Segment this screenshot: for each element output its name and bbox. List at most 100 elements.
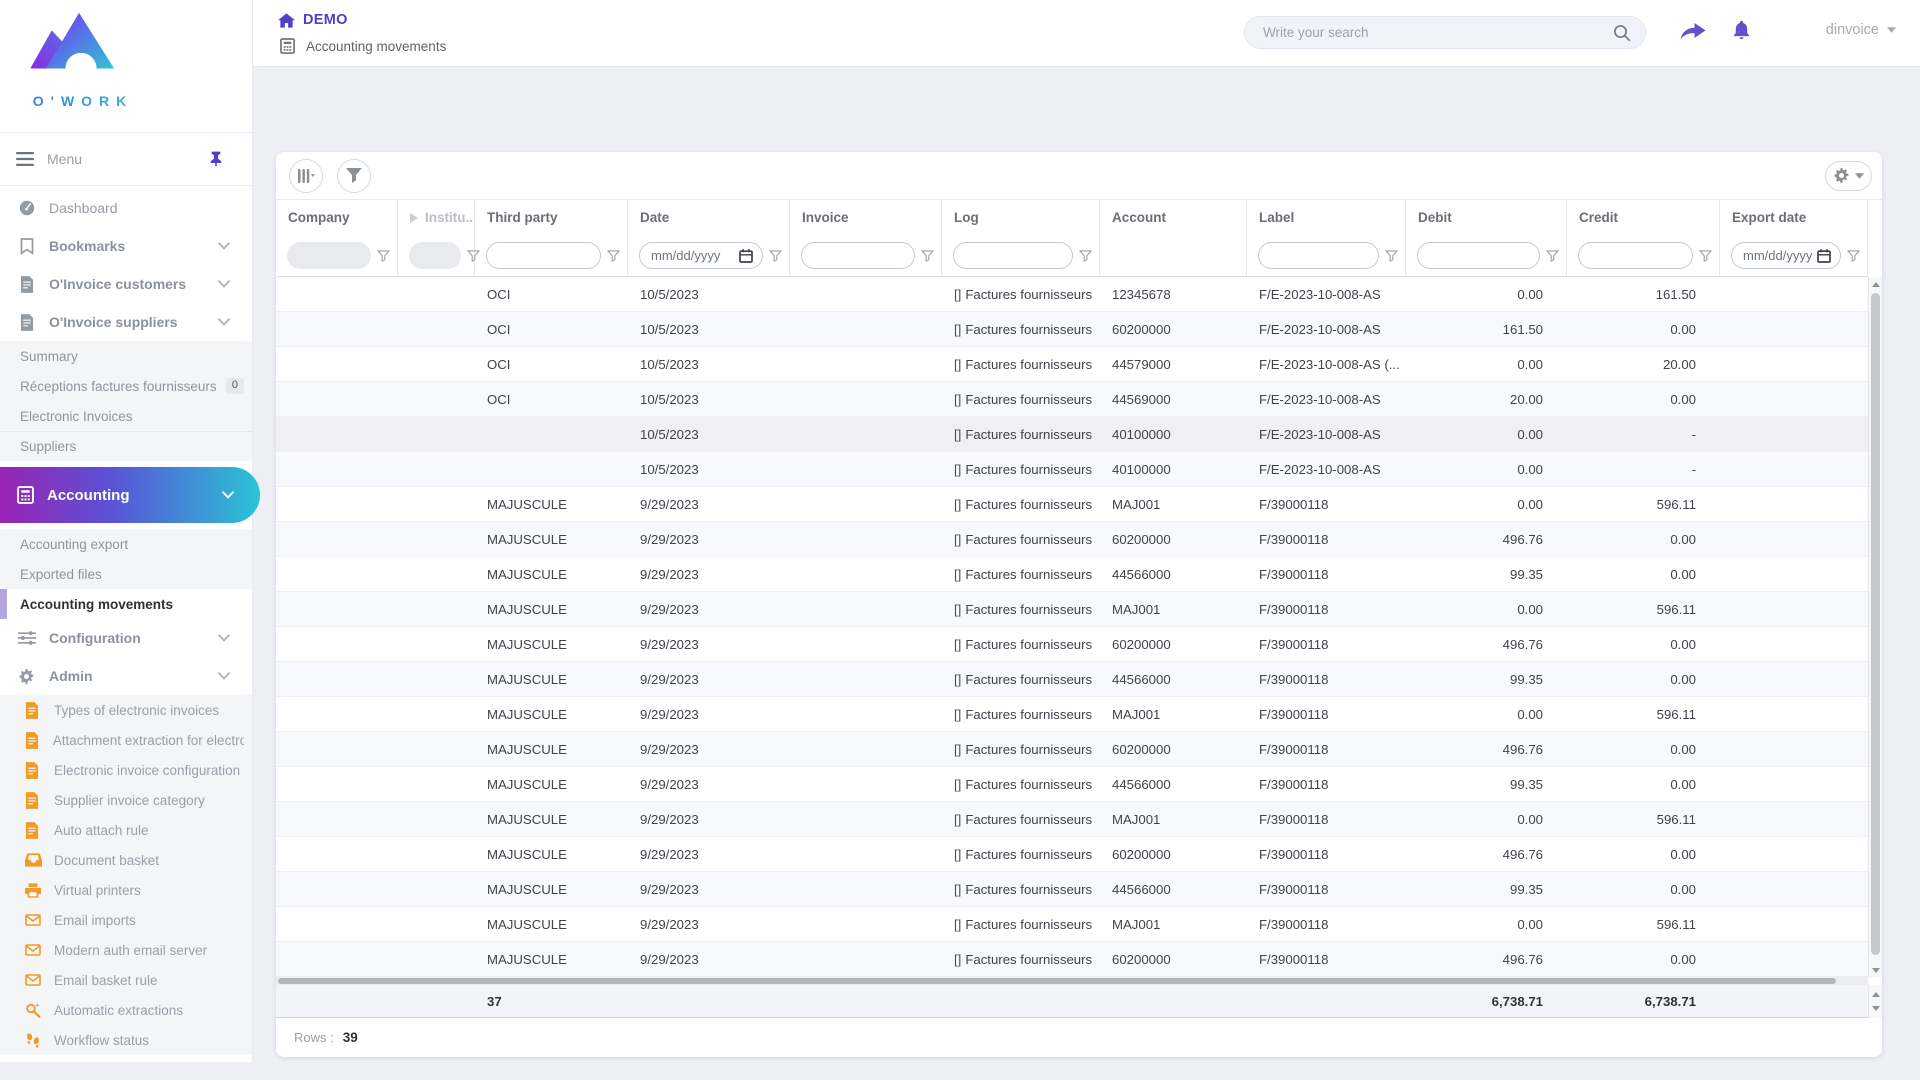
sidebar-item-document-basket[interactable]: Document basket xyxy=(0,845,252,875)
filter-funnel-icon[interactable] xyxy=(607,249,620,262)
search-input[interactable] xyxy=(1245,17,1645,48)
column-header-export-date[interactable]: Export date xyxy=(1720,200,1868,235)
pin-sidebar-icon[interactable] xyxy=(209,151,223,167)
notifications-bell-icon[interactable] xyxy=(1732,19,1751,40)
sidebar-item-summary[interactable]: Summary xyxy=(0,341,252,371)
filter-input-credit[interactable] xyxy=(1578,242,1693,269)
sidebar-item-email-basket-rule[interactable]: Email basket rule xyxy=(0,965,252,995)
sidebar-item-workflow-status[interactable]: Workflow status xyxy=(0,1025,252,1055)
sidebar-item-accounting[interactable]: Accounting xyxy=(0,467,260,523)
vertical-scrollbar[interactable] xyxy=(1868,277,1882,977)
breadcrumb-home[interactable]: DEMO xyxy=(303,12,348,28)
sidebar-item-o-invoice-customers[interactable]: O'Invoice customers xyxy=(0,265,252,303)
sidebar-item-dashboard[interactable]: Dashboard xyxy=(0,189,252,227)
filter-funnel-icon[interactable] xyxy=(1699,249,1712,262)
table-row[interactable]: 10/5/2023 [] Factures fournisseurs 40100000… xyxy=(276,417,1868,452)
sidebar-item-virtual-printers[interactable]: Virtual printers xyxy=(0,875,252,905)
horizontal-scrollbar[interactable] xyxy=(276,977,1868,985)
search-icon[interactable] xyxy=(1613,24,1631,42)
sidebar-item-configuration[interactable]: Configuration xyxy=(0,619,252,657)
sidebar-item-o-invoice-suppliers[interactable]: O'Invoice suppliers xyxy=(0,303,252,341)
user-menu[interactable]: dinvoice xyxy=(1826,22,1896,38)
sidebar-item-email-imports[interactable]: Email imports xyxy=(0,905,252,935)
scroll-up-arrow-icon[interactable] xyxy=(1872,282,1880,287)
filter-input-export-date[interactable]: mm/dd/yyyy xyxy=(1731,242,1841,269)
home-icon[interactable] xyxy=(278,12,295,28)
column-header-company[interactable]: Company xyxy=(276,200,398,235)
table-row[interactable]: MAJUSCULE 9/29/2023 [] Factures fournisseur… xyxy=(276,837,1868,872)
column-header-credit[interactable]: Credit xyxy=(1567,200,1720,235)
column-header-institu[interactable]: Institu... xyxy=(398,200,475,235)
filter-funnel-icon[interactable] xyxy=(1385,249,1398,262)
column-header-date[interactable]: Date xyxy=(628,200,790,235)
table-row[interactable]: MAJUSCULE 9/29/2023 [] Factures fournisseur… xyxy=(276,487,1868,522)
sidebar-item-suppliers[interactable]: Suppliers xyxy=(0,431,252,461)
sidebar-item-modern-auth-email-server[interactable]: Modern auth email server xyxy=(0,935,252,965)
sidebar-item-supplier-invoice-category[interactable]: Supplier invoice category xyxy=(0,785,252,815)
sidebar-item-accounting-export[interactable]: Accounting export xyxy=(0,529,252,559)
horizontal-scrollbar-thumb[interactable] xyxy=(278,978,1836,984)
column-header-debit[interactable]: Debit xyxy=(1406,200,1567,235)
table-row[interactable]: MAJUSCULE 9/29/2023 [] Factures fournisseur… xyxy=(276,662,1868,697)
table-row[interactable]: MAJUSCULE 9/29/2023 [] Factures fournisseur… xyxy=(276,802,1868,837)
column-header-invoice[interactable]: Invoice xyxy=(790,200,942,235)
sidebar-item-label: Attachment extraction for electroni xyxy=(52,732,244,748)
table-settings-button[interactable] xyxy=(1825,160,1872,191)
table-row[interactable]: OCI 10/5/2023 [] Factures fournisseurs 44579… xyxy=(276,347,1868,382)
filter-funnel-icon[interactable] xyxy=(1546,249,1559,262)
sidebar-item-label: Configuration xyxy=(49,630,141,646)
search-box[interactable] xyxy=(1244,16,1646,49)
table-row[interactable]: MAJUSCULE 9/29/2023 [] Factures fournisseur… xyxy=(276,767,1868,802)
table-row[interactable]: MAJUSCULE 9/29/2023 [] Factures fournisseur… xyxy=(276,592,1868,627)
sidebar-item-admin[interactable]: Admin xyxy=(0,657,252,695)
sidebar-item-r-ceptions-factures-fournisseurs[interactable]: Réceptions factures fournisseurs 0 xyxy=(0,371,252,401)
filter-input-invoice[interactable] xyxy=(801,242,915,269)
table-row[interactable]: OCI 10/5/2023 [] Factures fournisseurs 44569… xyxy=(276,382,1868,417)
column-header-account[interactable]: Account xyxy=(1100,200,1247,235)
filter-funnel-icon[interactable] xyxy=(1847,249,1860,262)
table-row[interactable]: OCI 10/5/2023 [] Factures fournisseurs 60200… xyxy=(276,312,1868,347)
filter-funnel-icon[interactable] xyxy=(377,249,390,262)
sidebar-item-electronic-invoices[interactable]: Electronic Invoices xyxy=(0,401,252,431)
table-row[interactable]: MAJUSCULE 9/29/2023 [] Factures fournisseur… xyxy=(276,732,1868,767)
column-header-third-party[interactable]: Third party xyxy=(475,200,628,235)
table-row[interactable]: MAJUSCULE 9/29/2023 [] Factures fournisseur… xyxy=(276,872,1868,907)
share-icon[interactable] xyxy=(1680,23,1706,44)
scroll-down-arrow-icon[interactable] xyxy=(1872,968,1880,973)
sidebar-item-bookmarks[interactable]: Bookmarks xyxy=(0,227,252,265)
scroll-up-arrow-icon[interactable] xyxy=(1872,992,1880,997)
table-row[interactable]: MAJUSCULE 9/29/2023 [] Factures fournisseur… xyxy=(276,522,1868,557)
scroll-down-arrow-icon[interactable] xyxy=(1872,1006,1880,1011)
hamburger-menu-icon[interactable] xyxy=(16,152,34,166)
table-row[interactable]: MAJUSCULE 9/29/2023 [] Factures fournisseur… xyxy=(276,557,1868,592)
cell-invoice xyxy=(790,907,942,941)
cell-export-date xyxy=(1720,662,1868,696)
sidebar-item-auto-attach-rule[interactable]: Auto attach rule xyxy=(0,815,252,845)
sidebar-item-attachment-extraction-for-electroni[interactable]: Attachment extraction for electroni xyxy=(0,725,252,755)
table-row[interactable]: OCI 10/5/2023 [] Factures fournisseurs 12345… xyxy=(276,277,1868,312)
filter-input-label[interactable] xyxy=(1258,242,1379,269)
filter-input-debit[interactable] xyxy=(1417,242,1540,269)
sidebar-item-types-of-electronic-invoices[interactable]: Types of electronic invoices xyxy=(0,695,252,725)
table-row[interactable]: MAJUSCULE 9/29/2023 [] Factures fournisseur… xyxy=(276,697,1868,732)
table-row[interactable]: MAJUSCULE 9/29/2023 [] Factures fournisseur… xyxy=(276,942,1868,977)
filter-funnel-icon[interactable] xyxy=(769,249,782,262)
columns-button[interactable] xyxy=(289,158,323,193)
table-row[interactable]: MAJUSCULE 9/29/2023 [] Factures fournisseur… xyxy=(276,627,1868,662)
table-row[interactable]: 10/5/2023 [] Factures fournisseurs 40100000… xyxy=(276,452,1868,487)
table-row[interactable]: MAJUSCULE 9/29/2023 [] Factures fournisseur… xyxy=(276,907,1868,942)
sidebar-item-accounting-movements[interactable]: Accounting movements xyxy=(0,589,252,619)
filter-input-log[interactable] xyxy=(953,242,1073,269)
filter-input-third-party[interactable] xyxy=(486,242,601,269)
vertical-scrollbar-thumb[interactable] xyxy=(1871,293,1880,955)
column-header-label[interactable]: Label xyxy=(1247,200,1406,235)
sidebar-item-electronic-invoice-configuration[interactable]: Electronic invoice configuration xyxy=(0,755,252,785)
filter-input-date[interactable]: mm/dd/yyyy xyxy=(639,242,763,269)
filter-funnel-icon[interactable] xyxy=(1079,249,1092,262)
column-header-log[interactable]: Log xyxy=(942,200,1100,235)
brand-wordmark: O'WORK xyxy=(16,93,146,109)
filter-funnel-icon[interactable] xyxy=(921,249,934,262)
filter-button[interactable] xyxy=(337,158,371,193)
sidebar-item-exported-files[interactable]: Exported files xyxy=(0,559,252,589)
sidebar-item-automatic-extractions[interactable]: Automatic extractions xyxy=(0,995,252,1025)
